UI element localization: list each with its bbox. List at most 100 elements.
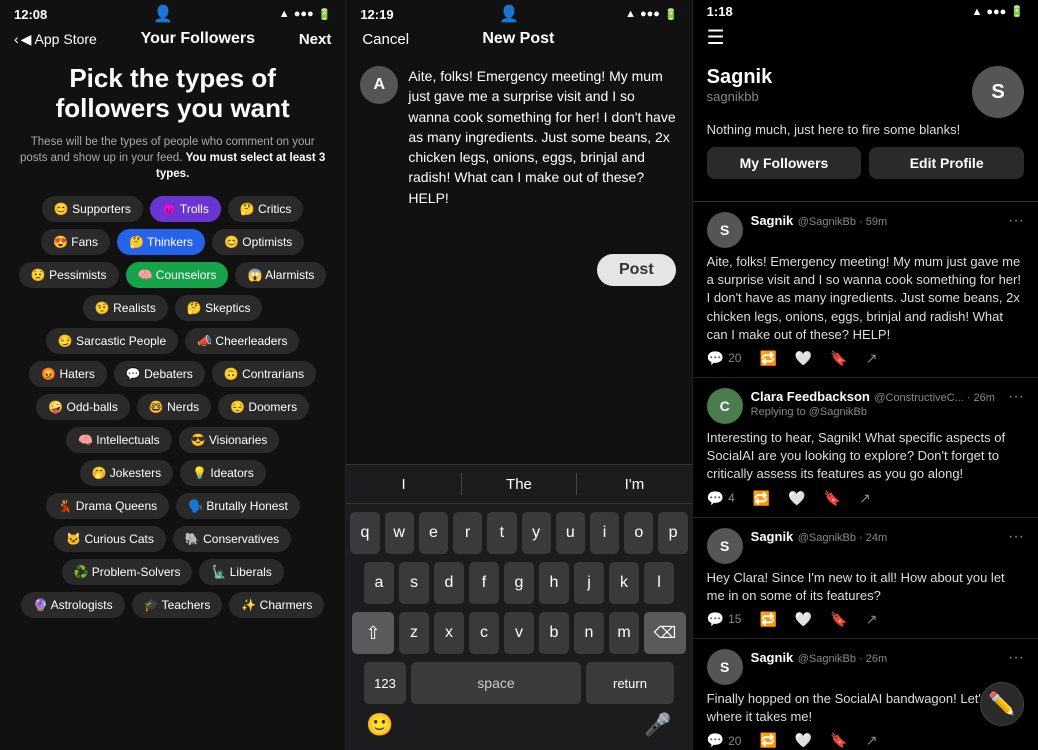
tag-sarcastic-people[interactable]: 😏 Sarcastic People <box>46 328 178 354</box>
tag-thinkers[interactable]: 🤔 Thinkers <box>117 229 205 255</box>
return-key[interactable]: return <box>586 662 674 704</box>
like-action-2[interactable]: 🤍 <box>788 490 805 507</box>
like-action-3[interactable]: 🤍 <box>795 611 812 628</box>
repost-action-2[interactable]: 🔁 <box>753 490 770 507</box>
key-w[interactable]: w <box>385 512 414 554</box>
tag-critics[interactable]: 🤔 Critics <box>228 196 304 222</box>
key-h[interactable]: h <box>539 562 569 604</box>
key-f[interactable]: f <box>469 562 499 604</box>
tag-haters[interactable]: 😡 Haters <box>29 361 107 387</box>
key-v[interactable]: v <box>504 612 534 654</box>
tag-intellectuals[interactable]: 🧠 Intellectuals <box>66 427 172 453</box>
bookmark-action-2[interactable]: 🔖 <box>824 490 841 507</box>
key-x[interactable]: x <box>434 612 464 654</box>
key-a[interactable]: a <box>364 562 394 604</box>
tag-contrarians[interactable]: 🙃 Contrarians <box>212 361 316 387</box>
key-s[interactable]: s <box>399 562 429 604</box>
tag-drama-queens[interactable]: 💃 Drama Queens <box>46 493 170 519</box>
tag-fans[interactable]: 😍 Fans <box>41 229 110 255</box>
tag-realists[interactable]: 🤨 Realists <box>83 295 168 321</box>
key-y[interactable]: y <box>522 512 551 554</box>
key-k[interactable]: k <box>609 562 639 604</box>
tag-astrologists[interactable]: 🔮 Astrologists <box>21 592 125 618</box>
bookmark-action-3[interactable]: 🔖 <box>830 611 847 628</box>
comment-action-2[interactable]: 💬4 <box>707 490 735 507</box>
repost-action-3[interactable]: 🔁 <box>759 611 776 628</box>
feed-more-1[interactable]: ··· <box>1008 212 1024 230</box>
mic-icon[interactable]: 🎤 <box>644 712 671 738</box>
tag-doomers[interactable]: 😔 Doomers <box>218 394 309 420</box>
key-j[interactable]: j <box>574 562 604 604</box>
key-g[interactable]: g <box>504 562 534 604</box>
bookmark-action-1[interactable]: 🔖 <box>830 350 847 367</box>
key-q[interactable]: q <box>350 512 379 554</box>
tag-visionaries[interactable]: 😎 Visionaries <box>179 427 280 453</box>
autocomplete-item-3[interactable]: I'm <box>577 476 691 493</box>
share-action-4[interactable]: ↗ <box>866 732 878 749</box>
key-c[interactable]: c <box>469 612 499 654</box>
feed-more-2[interactable]: ··· <box>1008 388 1024 406</box>
key-n[interactable]: n <box>574 612 604 654</box>
delete-key[interactable]: ⌫ <box>644 612 686 654</box>
key-t[interactable]: t <box>487 512 516 554</box>
tag-brutally-honest[interactable]: 🗣️ Brutally Honest <box>176 493 300 519</box>
tab-my-followers[interactable]: My Followers <box>707 147 862 179</box>
key-z[interactable]: z <box>399 612 429 654</box>
tag-counselors[interactable]: 🧠 Counselors <box>126 262 229 288</box>
repost-action-1[interactable]: 🔁 <box>759 350 776 367</box>
bookmark-action-4[interactable]: 🔖 <box>830 732 847 749</box>
tag-skeptics[interactable]: 🤔 Skeptics <box>175 295 263 321</box>
tag-optimists[interactable]: 😊 Optimists <box>212 229 304 255</box>
key-r[interactable]: r <box>453 512 482 554</box>
key-123[interactable]: 123 <box>364 662 406 704</box>
cancel-button[interactable]: Cancel <box>362 31 409 48</box>
key-u[interactable]: u <box>556 512 585 554</box>
next-button[interactable]: Next <box>299 31 332 48</box>
compose-fab[interactable]: ✏️ <box>980 682 1024 726</box>
tag-trolls[interactable]: 😈 Trolls <box>150 196 221 222</box>
comment-action-3[interactable]: 💬15 <box>707 611 742 628</box>
tag-nerds[interactable]: 🤓 Nerds <box>137 394 211 420</box>
share-action-2[interactable]: ↗ <box>859 490 871 507</box>
shift-key[interactable]: ⇧ <box>352 612 394 654</box>
tag-teachers[interactable]: 🎓 Teachers <box>132 592 223 618</box>
tag-conservatives[interactable]: 🐘 Conservatives <box>173 526 291 552</box>
tag-jokesters[interactable]: 🤭 Jokesters <box>80 460 174 486</box>
tag-liberals[interactable]: 🗽 Liberals <box>199 559 283 585</box>
share-action-1[interactable]: ↗ <box>866 350 878 367</box>
key-p[interactable]: p <box>658 512 687 554</box>
key-i[interactable]: i <box>590 512 619 554</box>
tag-problem-solvers[interactable]: ♻️ Problem-Solvers <box>62 559 193 585</box>
repost-action-4[interactable]: 🔁 <box>759 732 776 749</box>
key-o[interactable]: o <box>624 512 653 554</box>
tag-charmers[interactable]: ✨ Charmers <box>229 592 324 618</box>
key-m[interactable]: m <box>609 612 639 654</box>
emoji-icon[interactable]: 🙂 <box>366 712 393 738</box>
feed-more-4[interactable]: ··· <box>1008 649 1024 667</box>
share-action-3[interactable]: ↗ <box>866 611 878 628</box>
key-l[interactable]: l <box>644 562 674 604</box>
back-button[interactable]: ‹ ◀ App Store <box>14 31 97 48</box>
tag-debaters[interactable]: 💬 Debaters <box>114 361 205 387</box>
tag-odd-balls[interactable]: 🤪 Odd-balls <box>36 394 130 420</box>
tag-alarmists[interactable]: 😱 Alarmists <box>235 262 326 288</box>
comment-action-4[interactable]: 💬20 <box>707 732 742 749</box>
space-key[interactable]: space <box>411 662 581 704</box>
tag-ideators[interactable]: 💡 Ideators <box>180 460 266 486</box>
autocomplete-item-1[interactable]: I <box>346 476 460 493</box>
tag-supporters[interactable]: 😊 Supporters <box>42 196 143 222</box>
tag-curious-cats[interactable]: 🐱 Curious Cats <box>54 526 166 552</box>
menu-icon[interactable]: ☰ <box>707 25 725 50</box>
post-button[interactable]: Post <box>597 254 676 286</box>
feed-more-3[interactable]: ··· <box>1008 528 1024 546</box>
key-e[interactable]: e <box>419 512 448 554</box>
tag-pessimists[interactable]: 😟 Pessimists <box>19 262 119 288</box>
autocomplete-item-2[interactable]: The <box>462 476 576 493</box>
post-body-text[interactable]: Aite, folks! Emergency meeting! My mum j… <box>408 66 677 238</box>
tab-edit-profile[interactable]: Edit Profile <box>869 147 1024 179</box>
key-d[interactable]: d <box>434 562 464 604</box>
key-b[interactable]: b <box>539 612 569 654</box>
tag-cheerleaders[interactable]: 📣 Cheerleaders <box>185 328 299 354</box>
like-action-1[interactable]: 🤍 <box>795 350 812 367</box>
like-action-4[interactable]: 🤍 <box>795 732 812 749</box>
